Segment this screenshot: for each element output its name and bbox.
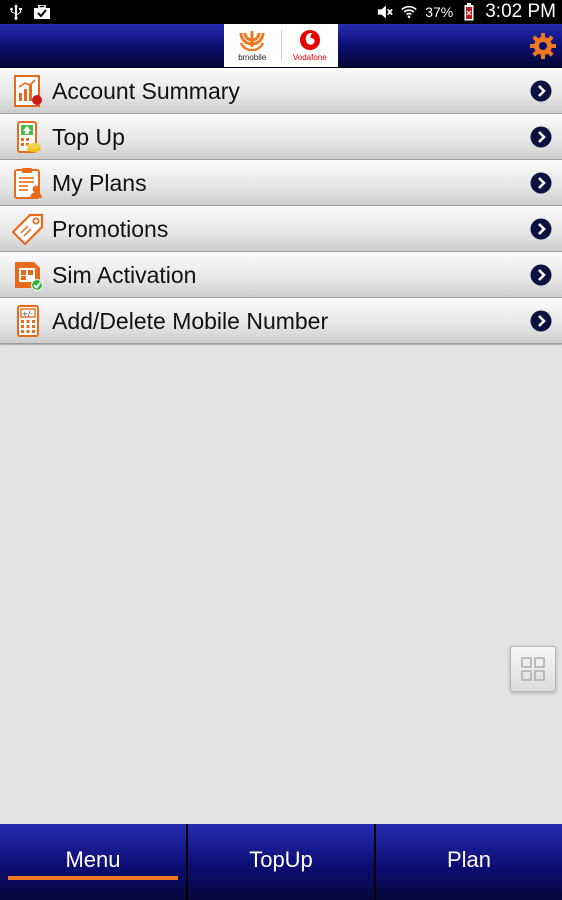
main-menu-list: Account Summary Top Up My Plans Promotio… [0,68,562,344]
menu-item-label: Promotions [52,216,169,242]
tab-label: Menu [65,847,121,872]
tab-topup[interactable]: TopUp [188,824,376,900]
menu-item-label: Add/Delete Mobile Number [52,308,329,334]
battery-percentage: 37% [425,4,454,20]
grid-view-button[interactable] [510,646,556,692]
top-up-icon [12,121,44,153]
account-summary-icon [12,75,44,107]
menu-item-my-plans[interactable]: My Plans [0,160,562,206]
menu-item-promotions[interactable]: Promotions [0,206,562,252]
status-bar: 37% 3:02 PM [0,0,562,24]
bmobile-label: bmobile [238,53,267,62]
clock: 3:02 PM [485,1,556,22]
bmobile-logo-mark [239,31,265,51]
wifi-icon [401,4,417,20]
mute-icon [377,4,393,20]
chevron-right-circle-icon [530,264,552,286]
chevron-right-circle-icon [530,218,552,240]
calculator-icon: +/- [12,305,44,337]
menu-item-sim-activation[interactable]: Sim Activation [0,252,562,298]
tab-menu[interactable]: Menu [0,824,188,900]
battery-icon [461,3,477,21]
svg-text:+/-: +/- [22,310,33,318]
tab-plan[interactable]: Plan [376,824,562,900]
bmobile-logo: bmobile [224,24,281,67]
chevron-right-circle-icon [530,310,552,332]
promotions-tag-icon [11,213,44,246]
app-header: bmobile Vodafone [0,24,562,68]
tab-label: Plan [446,847,492,872]
vodafone-label: Vodafone [292,53,327,62]
brand-logos: bmobile Vodafone [224,24,338,67]
status-left [8,4,50,20]
menu-item-top-up[interactable]: Top Up [0,114,562,160]
chevron-right-circle-icon [530,126,552,148]
briefcase-check-icon [34,4,50,20]
active-tab-indicator [8,876,178,880]
gear-icon [530,33,556,59]
menu-item-label: Account Summary [52,78,240,104]
vodafone-logo-mark [299,30,320,50]
my-plans-icon [12,167,44,199]
menu-item-label: Top Up [52,124,125,150]
bottom-tab-bar: Menu TopUp Plan [0,824,562,900]
status-right: 37% 3:02 PM [377,1,556,23]
menu-item-label: Sim Activation [52,262,197,288]
chevron-right-circle-icon [530,172,552,194]
settings-button[interactable] [528,31,558,61]
sim-activation-icon [12,259,44,291]
menu-item-add-delete-mobile-number[interactable]: +/- Add/Delete Mobile Number [0,298,562,344]
usb-icon [8,4,24,20]
menu-item-account-summary[interactable]: Account Summary [0,68,562,114]
vodafone-logo: Vodafone [282,24,339,67]
grid-icon [521,657,545,681]
menu-item-label: My Plans [52,170,147,196]
chevron-right-circle-icon [530,80,552,102]
tab-label: TopUp [249,847,313,872]
